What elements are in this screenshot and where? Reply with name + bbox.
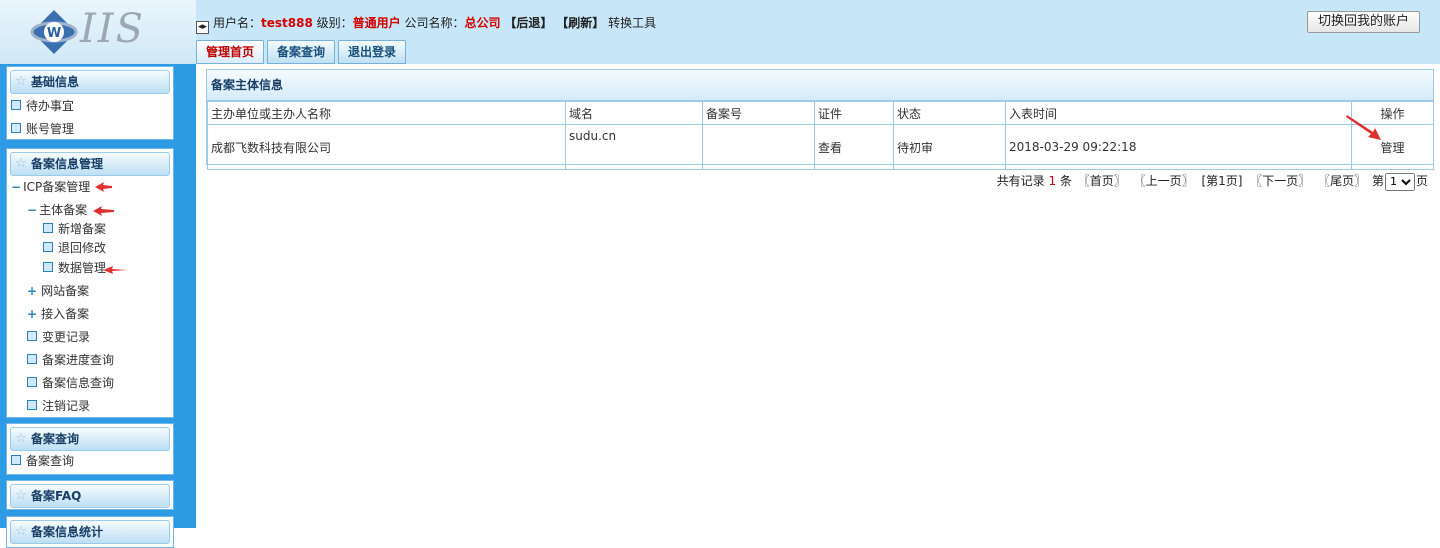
panel-record-management: ☆ 备案信息管理 − ICP备案管理 − 主体备案 新增备案 退回修改 数据管理 + 网…: [6, 148, 174, 418]
sidebar-item-info-query[interactable]: 备案信息查询: [27, 374, 114, 392]
current-page: [第1页]: [1201, 174, 1243, 188]
annotation-arrow-icon: [1346, 115, 1381, 140]
top-bar: ◂▸ 用户名：test888 级别：普通用户 公司名称：总公司 【后退】 【刷新】…: [196, 0, 1440, 64]
sidebar-item-cancel-log[interactable]: 注销记录: [27, 397, 90, 415]
column-header: 备案号: [702, 101, 815, 125]
cell-record-number: [702, 124, 815, 170]
record-table: 主办单位或主办人名称 域名 备案号 证件 状态 入表时间 操作 成都飞数科技有限…: [207, 101, 1434, 170]
sidebar-item-new-record[interactable]: 新增备案: [43, 220, 106, 238]
sidebar-item-account[interactable]: 账号管理: [11, 120, 74, 138]
sidebar-item-progress-query[interactable]: 备案进度查询: [27, 351, 114, 369]
record-subject-panel: 备案主体信息 主办单位或主办人名称 域名 备案号 证件 状态 入表时间 操作 成…: [206, 69, 1434, 170]
goto-suffix: 页: [1415, 174, 1428, 188]
sidebar-item-website-record[interactable]: + 网站备案: [27, 282, 89, 300]
square-bullet-icon: [43, 242, 53, 252]
panel-faq: ☆ 备案FAQ: [6, 480, 174, 510]
panel-record-management-header[interactable]: ☆ 备案信息管理: [10, 152, 170, 176]
pagination: 共有记录 1 条 〖首页〗 〖上一页〗 [第1页] 〖下一页〗 〖尾页〗 第1页: [997, 172, 1428, 191]
sidebar-item-access-record[interactable]: + 接入备案: [27, 305, 89, 323]
tab-record-query[interactable]: 备案查询: [267, 40, 336, 64]
total-suffix: 条: [1059, 174, 1072, 188]
panel-basic-info-header[interactable]: ☆ 基础信息: [10, 70, 170, 94]
svg-text:W: W: [47, 26, 61, 41]
logo-area: W IIS: [0, 0, 196, 64]
total-count: 1: [1048, 174, 1057, 188]
panel-record-query: ☆ 备案查询 备案查询: [6, 423, 174, 475]
panel-stats-header[interactable]: ☆ 备案信息统计: [10, 520, 170, 544]
square-bullet-icon: [11, 100, 21, 110]
square-bullet-icon: [27, 400, 37, 410]
column-header: 域名: [565, 101, 703, 125]
panel-record-query-header[interactable]: ☆ 备案查询: [10, 427, 170, 451]
column-header: 证件: [814, 101, 894, 125]
square-bullet-icon: [11, 123, 21, 133]
sidebar-item-query[interactable]: 备案查询: [11, 452, 74, 470]
tab-logout[interactable]: 退出登录: [338, 40, 407, 64]
panel-basic-info: ☆ 基础信息 待办事宜 账号管理: [6, 66, 174, 140]
cell-cert-view-link[interactable]: 查看: [814, 124, 894, 170]
panel-stats: ☆ 备案信息统计: [6, 516, 174, 548]
next-page-link[interactable]: 〖下一页〗: [1250, 174, 1310, 188]
first-page-link[interactable]: 〖首页〗: [1078, 174, 1126, 188]
star-icon: ☆: [15, 524, 27, 539]
page-select[interactable]: 1: [1384, 172, 1415, 191]
collapse-icon: −: [11, 180, 22, 194]
star-icon: ☆: [15, 431, 27, 446]
cell-status: 待初审: [893, 124, 1006, 170]
square-bullet-icon: [27, 331, 37, 341]
sidebar-item-icp[interactable]: − ICP备案管理: [11, 178, 90, 196]
sidebar-item-subject[interactable]: − 主体备案: [27, 201, 87, 219]
company-name: 总公司: [464, 16, 501, 30]
switch-account-button[interactable]: 切换回我的账户: [1306, 11, 1420, 33]
column-header: 主办单位或主办人名称: [207, 101, 566, 125]
panel-faq-header[interactable]: ☆ 备案FAQ: [10, 484, 170, 508]
annotation-arrow-icon: [103, 266, 128, 274]
convert-tool-link[interactable]: 转换工具: [608, 16, 656, 30]
record-subject-title: 备案主体信息: [207, 70, 1433, 101]
logo-text: IIS: [80, 6, 146, 52]
back-link[interactable]: 【后退】: [504, 16, 552, 30]
level-label: 级别：: [316, 16, 353, 30]
total-prefix: 共有记录: [996, 174, 1045, 188]
expand-icon: +: [27, 284, 38, 298]
user-label: 用户名：: [213, 16, 262, 30]
sidebar-item-returned[interactable]: 退回修改: [43, 239, 106, 257]
star-icon: ☆: [15, 488, 27, 503]
username: test888: [261, 16, 313, 30]
top-tabs: 管理首页 备案查询 退出登录: [196, 40, 407, 64]
last-page-link[interactable]: 〖尾页〗: [1318, 174, 1366, 188]
column-header: 状态: [893, 101, 1006, 125]
sidebar-item-change-log[interactable]: 变更记录: [27, 328, 90, 346]
sidebar-toggle-icon[interactable]: ◂▸: [196, 21, 209, 34]
table-row: 成都飞数科技有限公司 sudu.cn 查看 待初审 2018-03-29 09:…: [207, 124, 1434, 170]
prev-page-link[interactable]: 〖上一页〗: [1134, 174, 1194, 188]
square-bullet-icon: [43, 262, 53, 272]
sidebar-item-data-management[interactable]: 数据管理: [43, 259, 106, 277]
annotation-arrow-icon: [95, 182, 112, 192]
tab-home[interactable]: 管理首页: [196, 40, 265, 64]
sidebar: ☆ 基础信息 待办事宜 账号管理 ☆ 备案信息管理 − ICP备案管理 − 主体备案 新…: [0, 64, 196, 548]
cell-domain: sudu.cn: [565, 124, 703, 170]
square-bullet-icon: [43, 223, 53, 233]
square-bullet-icon: [11, 455, 21, 465]
column-header: 入表时间: [1005, 101, 1352, 125]
star-icon: ☆: [15, 156, 27, 171]
goto-prefix: 第: [1371, 174, 1384, 188]
user-level: 普通用户: [352, 16, 401, 30]
sidebar-item-todo[interactable]: 待办事宜: [11, 97, 74, 115]
star-icon: ☆: [15, 74, 27, 89]
annotation-arrow-icon: [93, 206, 114, 216]
company-label: 公司名称：: [404, 16, 465, 30]
user-info-line: ◂▸ 用户名：test888 级别：普通用户 公司名称：总公司 【后退】 【刷新】…: [196, 14, 656, 34]
refresh-link[interactable]: 【刷新】: [556, 16, 604, 30]
logo-icon: W: [30, 10, 78, 54]
square-bullet-icon: [27, 377, 37, 387]
cell-organization-name: 成都飞数科技有限公司: [207, 124, 566, 170]
table-header-row: 主办单位或主办人名称 域名 备案号 证件 状态 入表时间 操作: [207, 101, 1434, 125]
cell-entry-time: 2018-03-29 09:22:18: [1005, 124, 1352, 170]
square-bullet-icon: [27, 354, 37, 364]
expand-icon: +: [27, 307, 38, 321]
collapse-icon: −: [27, 203, 38, 217]
